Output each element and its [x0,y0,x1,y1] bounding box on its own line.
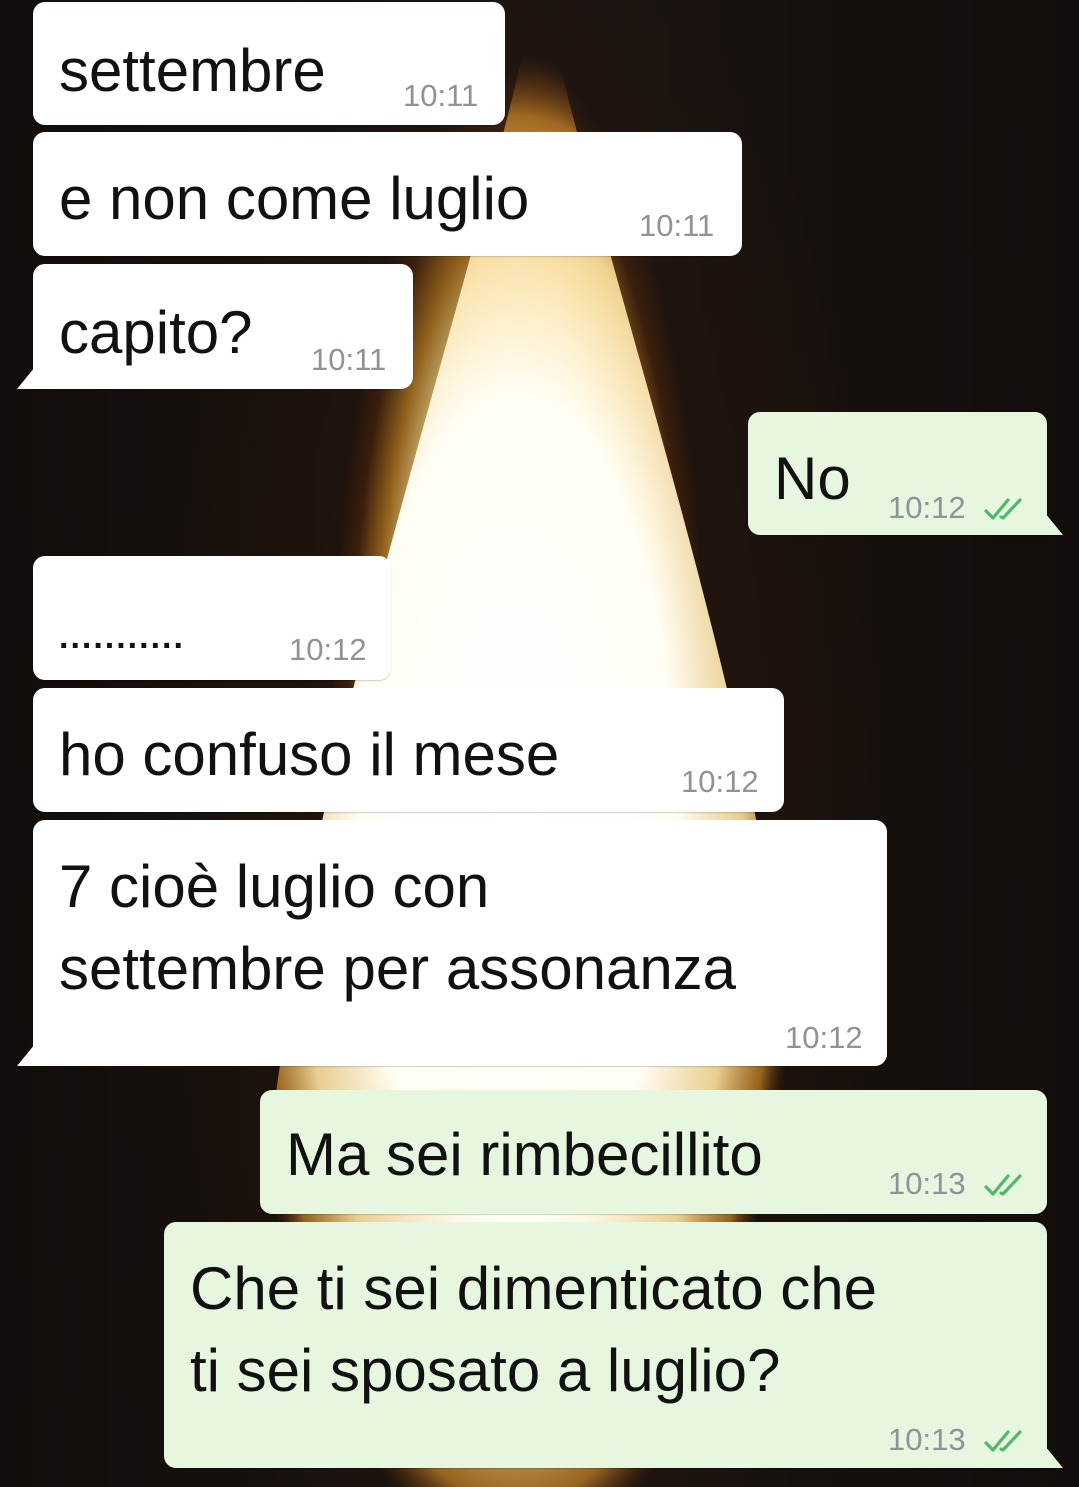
incoming-message[interactable]: settembre 10:11 [33,2,505,125]
bubble-tail [17,1044,35,1066]
message-time: 10:11 [639,208,715,243]
message-text: Ma sei rimbecillito [286,1121,763,1188]
message-time: 10:11 [403,78,479,113]
outgoing-message[interactable]: Ma sei rimbecillito 10:13 [260,1090,1047,1214]
bubble-tail [17,367,35,389]
bubble-tail [1045,1446,1063,1468]
message-time: 10:13 [888,1166,966,1201]
double-check-icon [984,498,1022,520]
incoming-message[interactable]: e non come luglio 10:11 [33,132,742,256]
message-text-line-2: settembre per assonanza [59,935,737,1002]
message-time: 10:11 [311,342,387,377]
message-text-line-1: Che ti sei dimenticato che [190,1255,878,1322]
message-text: e non come luglio [59,165,530,232]
message-time: 10:12 [681,764,759,799]
message-text: settembre [59,37,326,104]
message-text-line-1: 7 cioè luglio con [59,853,490,920]
message-text: capito? [59,299,253,366]
double-check-icon [984,1430,1022,1452]
outgoing-message[interactable]: No 10:12 [748,412,1063,535]
message-time: 10:12 [289,632,367,667]
incoming-message[interactable]: ho confuso il mese 10:12 [33,688,784,812]
message-text-line-2: ti sei sposato a luglio? [190,1337,781,1404]
message-text: ho confuso il mese [59,721,560,788]
incoming-message[interactable]: capito? 10:11 [17,264,413,389]
outgoing-message[interactable]: Che ti sei dimenticato che ti sei sposat… [164,1222,1063,1468]
incoming-message[interactable]: 7 cioè luglio con settembre per assonanz… [17,820,887,1066]
double-check-icon [984,1174,1022,1196]
message-time: 10:13 [888,1422,966,1457]
message-time: 10:12 [888,490,966,525]
bubble-tail [1045,513,1063,535]
message-time: 10:12 [785,1020,863,1055]
message-text: No [774,445,851,512]
message-text: ........... [59,618,185,656]
incoming-message[interactable]: ........... 10:12 [33,556,391,680]
